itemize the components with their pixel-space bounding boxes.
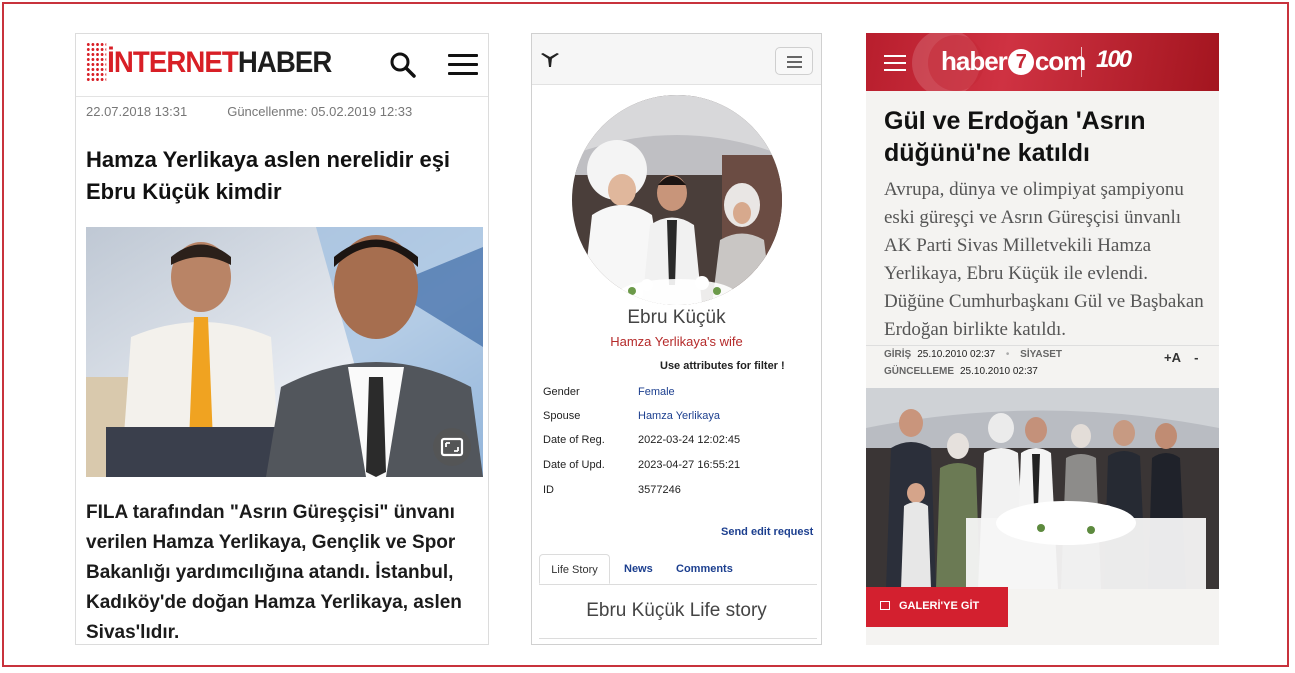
navbar	[532, 34, 821, 85]
attr-value-spouse[interactable]: Hamza Yerlikaya	[638, 410, 720, 422]
update-date: 25.10.2010 02:37	[960, 366, 1038, 377]
profile-avatar	[572, 95, 782, 305]
haber7-page: haber 7 com 100 Gül ve Erdoğan 'Asrın düğü…	[866, 33, 1219, 645]
site-header: İNTERNETHABER	[76, 34, 488, 97]
tab-life-story[interactable]: Life Story	[539, 554, 610, 584]
profile-page: Ebru Küçük Hamza Yerlikaya's wife Use at…	[531, 33, 822, 645]
send-edit-request-link[interactable]: Send edit request	[721, 526, 813, 538]
attr-label-reg-date: Date of Reg.	[543, 434, 605, 446]
attr-value-id: 3577246	[638, 484, 681, 496]
filter-note: Use attributes for filter !	[660, 360, 785, 372]
article-meta: GİRİŞ 25.10.2010 02:37 • SİYASET GÜNCELLE…	[866, 345, 1219, 388]
profile-name: Ebru Küçük	[627, 307, 726, 328]
attr-label-upd-date: Date of Upd.	[543, 459, 605, 471]
update-info: GÜNCELLEME 25.10.2010 02:37	[884, 366, 1038, 377]
article-photo[interactable]	[866, 388, 1219, 589]
life-story-title: Ebru Küçük Life story	[586, 600, 767, 621]
menu-icon[interactable]	[884, 55, 906, 76]
logo-dark-text: HABER	[237, 46, 332, 79]
menu-toggle-icon[interactable]	[775, 47, 813, 75]
logo-part-c: com	[1034, 46, 1086, 76]
font-size-controls[interactable]: +A -	[1164, 350, 1198, 365]
update-label: GÜNCELLEME	[884, 366, 954, 377]
site-header: haber 7 com 100	[866, 33, 1219, 91]
article-dates: 22.07.2018 13:31 Güncellenme: 05.02.2019 …	[86, 104, 412, 119]
brand-logo-icon[interactable]	[540, 52, 560, 68]
menu-icon[interactable]	[448, 54, 478, 76]
article-photo[interactable]	[86, 227, 483, 477]
entry-date: 25.10.2010 02:37	[917, 349, 996, 360]
entry-info: GİRİŞ 25.10.2010 02:37 • SİYASET	[884, 349, 1063, 360]
search-icon[interactable]	[389, 51, 417, 79]
logo-dots-icon	[86, 42, 107, 82]
attr-label-spouse: Spouse	[543, 410, 581, 422]
profile-tabs: Life Story News Comments	[539, 554, 817, 585]
internethaber-logo[interactable]: İNTERNETHABER	[86, 42, 332, 82]
gallery-icon	[880, 601, 890, 610]
attr-label-gender: Gender	[543, 386, 580, 398]
updated-date: Güncellenme: 05.02.2019 12:33	[227, 104, 413, 119]
tab-news[interactable]: News	[624, 554, 653, 584]
anniversary-logo: 100	[1096, 46, 1132, 73]
entry-label: GİRİŞ	[884, 349, 912, 360]
category-link[interactable]: SİYASET	[1020, 349, 1062, 360]
profile-role: Hamza Yerlikaya's wife	[610, 334, 743, 349]
internethaber-page: İNTERNETHABER 22.07.2018 13:31 Güncellenm…	[75, 33, 489, 645]
below-fold	[866, 627, 1219, 645]
attr-label-id: ID	[543, 484, 554, 496]
logo-red-text: NTERNET	[113, 46, 239, 79]
attr-value-reg-date: 2022-03-24 12:02:45	[638, 434, 741, 446]
gallery-button-label: GALERİ'YE GİT	[899, 600, 980, 612]
logo-part-a: haber	[941, 46, 1008, 76]
expand-icon[interactable]	[433, 428, 471, 466]
published-date: 22.07.2018 13:31	[86, 104, 188, 119]
logo-part-b: 7	[1007, 49, 1034, 75]
article-lead: FILA tarafından "Asrın Güreşçisi" ünvanı…	[86, 502, 462, 643]
article-title: Gül ve Erdoğan 'Asrın düğünü'ne katıldı	[884, 107, 1146, 167]
logo-separator	[1081, 47, 1082, 77]
haber7-logo[interactable]: haber 7 com	[941, 46, 1086, 77]
article-summary: Avrupa, dünya ve olimpiyat şampiyonu esk…	[884, 179, 1204, 340]
attr-value-gender[interactable]: Female	[638, 386, 675, 398]
article-title: Hamza Yerlikaya aslen nerelidir eşi Ebru…	[86, 147, 451, 204]
tab-comments[interactable]: Comments	[676, 554, 733, 584]
attr-value-upd-date: 2023-04-27 16:55:21	[638, 459, 741, 471]
divider	[539, 638, 817, 639]
gallery-button[interactable]: GALERİ'YE GİT	[866, 587, 1008, 627]
